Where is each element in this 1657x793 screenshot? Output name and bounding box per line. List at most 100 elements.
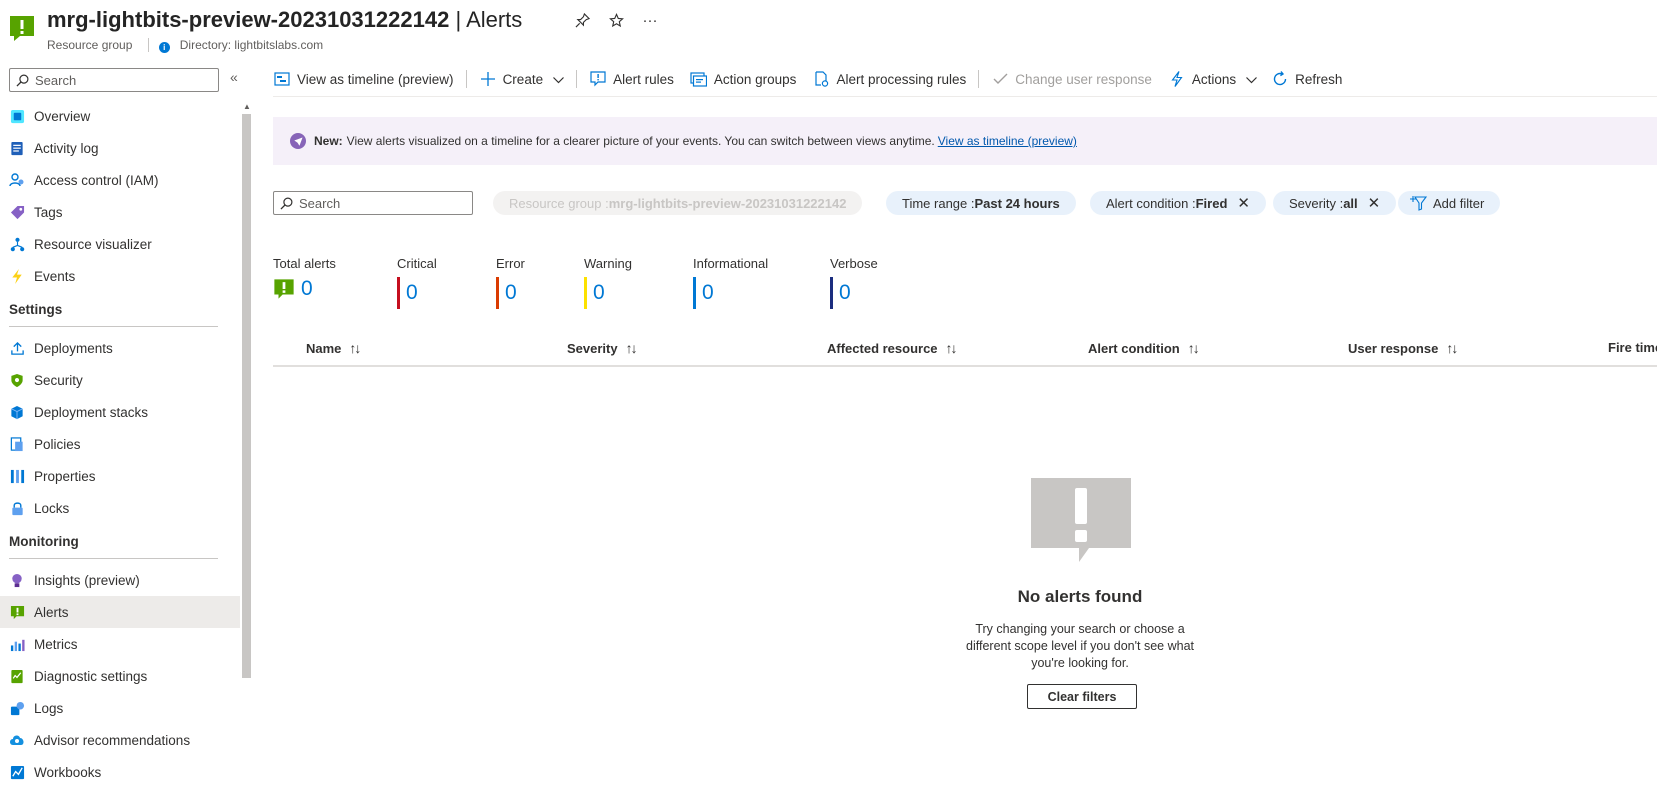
alerts-search-input[interactable] xyxy=(299,195,469,211)
sidebar-scroll-thumb[interactable] xyxy=(242,114,251,678)
view-timeline-button[interactable]: View as timeline (preview) xyxy=(273,66,454,92)
severity-color-bar xyxy=(830,277,833,309)
alerts-summary: Total alerts 0 Critical 0 Error 0 Warnin… xyxy=(273,256,973,309)
sidebar-item-locks[interactable]: Locks xyxy=(0,492,240,524)
pin-icon[interactable] xyxy=(574,12,590,28)
alert-rules-button[interactable]: Alert rules xyxy=(589,66,674,92)
summary-informational[interactable]: Informational 0 xyxy=(693,256,768,309)
create-button[interactable]: Create xyxy=(479,66,565,92)
alert-icon xyxy=(9,604,25,620)
sidebar-item-advisor[interactable]: Advisor recommendations xyxy=(0,724,240,756)
summary-count: 0 xyxy=(702,281,714,304)
column-header-user-response[interactable]: User response ↑↓ xyxy=(1348,340,1458,356)
remove-filter-icon[interactable]: ✕ xyxy=(1368,194,1381,212)
sidebar-item-deployment-stacks[interactable]: Deployment stacks xyxy=(0,396,240,428)
filter-value: mrg-lightbits-preview-20231031222142 xyxy=(608,195,847,211)
alert-processing-rules-button[interactable]: Alert processing rules xyxy=(812,66,966,92)
sidebar-item-resource-visualizer[interactable]: Resource visualizer xyxy=(0,228,240,260)
action-groups-icon xyxy=(690,70,708,88)
section-settings: Settings xyxy=(0,292,240,332)
banner-timeline-link[interactable]: View as timeline (preview) xyxy=(938,134,1077,148)
refresh-icon xyxy=(1271,70,1289,88)
plus-icon xyxy=(479,70,497,88)
sidebar-item-events[interactable]: Events xyxy=(0,260,240,292)
alerts-app-icon xyxy=(10,16,34,41)
create-label: Create xyxy=(502,71,544,87)
severity-filter-pill[interactable]: Severity : all ✕ xyxy=(1273,191,1397,215)
sidebar-item-alerts[interactable]: Alerts xyxy=(0,596,240,628)
banner-text: View alerts visualized on a timeline for… xyxy=(346,134,935,148)
sidebar-item-metrics[interactable]: Metrics xyxy=(0,628,240,660)
sidebar-item-deployments[interactable]: Deployments xyxy=(0,332,240,364)
scroll-up-arrow-icon[interactable]: ▲ xyxy=(243,102,251,111)
sidebar-item-label: Deployments xyxy=(34,340,113,356)
summary-label: Error xyxy=(496,256,525,271)
summary-verbose[interactable]: Verbose 0 xyxy=(830,256,878,309)
filter-label: Severity : xyxy=(1289,195,1344,211)
collapse-sidebar-icon[interactable]: « xyxy=(230,69,238,85)
column-header-alert-condition[interactable]: Alert condition ↑↓ xyxy=(1088,340,1200,356)
column-header-name[interactable]: Name ↑↓ xyxy=(306,340,361,356)
sidebar-item-properties[interactable]: Properties xyxy=(0,460,240,492)
column-header-affected-resource[interactable]: Affected resource ↑↓ xyxy=(827,340,958,356)
alerts-table-header: Name ↑↓ Severity ↑↓ Affected resource ↑↓ Al… xyxy=(273,334,1657,367)
tag-icon xyxy=(9,204,25,220)
column-label: Severity xyxy=(567,341,618,356)
alert-icon xyxy=(274,279,294,299)
column-header-fire-time[interactable]: Fire time xyxy=(1608,340,1657,355)
sidebar-item-label: Policies xyxy=(34,436,81,452)
sidebar-item-insights[interactable]: Insights (preview) xyxy=(0,564,240,596)
more-options-icon[interactable]: ··· xyxy=(642,12,658,29)
remove-filter-icon[interactable]: ✕ xyxy=(1237,194,1250,212)
resource-group-filter-pill: Resource group : mrg-lightbits-preview-2… xyxy=(493,191,863,215)
deploy-icon xyxy=(9,340,25,356)
sort-icon: ↑↓ xyxy=(1446,340,1458,356)
sidebar-item-tags[interactable]: Tags xyxy=(0,196,240,228)
sidebar-item-security[interactable]: Security xyxy=(0,364,240,396)
summary-warning[interactable]: Warning 0 xyxy=(584,256,632,309)
sidebar-item-logs[interactable]: Logs xyxy=(0,692,240,724)
chevron-down-icon xyxy=(1246,72,1258,87)
sidebar-item-overview[interactable]: Overview xyxy=(0,100,240,132)
info-icon: i xyxy=(158,42,170,53)
sidebar-item-label: Diagnostic settings xyxy=(34,668,148,684)
column-header-severity[interactable]: Severity ↑↓ xyxy=(567,340,638,356)
page-title: mrg-lightbits-preview-20231031222142 | A… xyxy=(47,7,522,33)
summary-value-row: 0 xyxy=(584,277,632,309)
sidebar-item-iam[interactable]: Access control (IAM) xyxy=(0,164,240,196)
summary-value-row: 0 xyxy=(496,277,525,309)
sidebar-item-policies[interactable]: Policies xyxy=(0,428,240,460)
actions-button[interactable]: Actions xyxy=(1168,66,1258,92)
time-range-filter-pill[interactable]: Time range : Past 24 hours xyxy=(886,191,1076,215)
summary-critical[interactable]: Critical 0 xyxy=(397,256,437,309)
add-filter-button[interactable]: Add filter xyxy=(1398,191,1501,215)
refresh-button[interactable]: Refresh xyxy=(1271,66,1342,92)
change-user-response-button[interactable]: Change user response xyxy=(991,66,1152,92)
toolbar-divider xyxy=(465,70,467,88)
filter-label: Resource group : xyxy=(509,195,609,211)
toolbar-divider-line xyxy=(273,96,1657,97)
toolbar-divider xyxy=(978,70,980,88)
sidebar-item-workbooks[interactable]: Workbooks xyxy=(0,756,240,788)
action-groups-button[interactable]: Action groups xyxy=(690,66,797,92)
alerts-search[interactable] xyxy=(273,191,473,215)
favorite-star-icon[interactable] xyxy=(608,12,624,28)
sidebar-item-label: Resource visualizer xyxy=(34,236,152,252)
sidebar-item-activity-log[interactable]: Activity log xyxy=(0,132,240,164)
overview-icon xyxy=(9,108,25,124)
sidebar-item-diagnostic-settings[interactable]: Diagnostic settings xyxy=(0,660,240,692)
search-icon xyxy=(16,74,29,87)
column-label: Affected resource xyxy=(827,341,938,356)
summary-total[interactable]: Total alerts 0 xyxy=(273,256,336,301)
sidebar-item-label: Properties xyxy=(34,468,96,484)
summary-count: 0 xyxy=(406,281,418,304)
summary-label: Total alerts xyxy=(273,256,336,271)
alert-condition-filter-pill[interactable]: Alert condition : Fired ✕ xyxy=(1090,191,1266,215)
sidebar-search[interactable] xyxy=(9,68,219,92)
sidebar-search-input[interactable] xyxy=(35,72,215,88)
view-timeline-label: View as timeline (preview) xyxy=(297,71,454,87)
clear-filters-button[interactable]: Clear filters xyxy=(1027,684,1137,709)
action-groups-label: Action groups xyxy=(713,71,797,87)
banner-new-label: New: xyxy=(314,134,343,148)
summary-error[interactable]: Error 0 xyxy=(496,256,525,309)
